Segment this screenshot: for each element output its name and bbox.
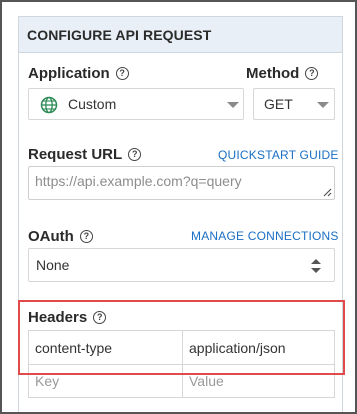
panel-title: CONFIGURE API REQUEST <box>19 17 342 53</box>
request-url-label: Request URL <box>28 146 123 163</box>
globe-icon <box>40 96 58 114</box>
method-value: GET <box>264 96 293 112</box>
application-select[interactable]: Custom <box>28 88 244 120</box>
up-down-caret-icon <box>311 259 321 273</box>
new-header-key-input[interactable]: Key <box>29 365 182 397</box>
headers-table: content-type application/json Key Value <box>28 330 335 398</box>
app-window: CONFIGURE API REQUEST Application ? Meth… <box>0 0 357 414</box>
quickstart-guide-link[interactable]: QUICKSTART GUIDE <box>218 148 339 162</box>
application-value: Custom <box>68 96 117 112</box>
question-circle-icon[interactable]: ? <box>128 148 142 161</box>
question-circle-icon[interactable]: ? <box>93 311 107 324</box>
method-label-row: Method ? <box>246 65 319 82</box>
oauth-value: None <box>36 257 70 273</box>
table-row: content-type application/json <box>29 331 334 364</box>
request-url-placeholder: https://api.example.com?q=query <box>35 173 242 189</box>
header-key-cell[interactable]: content-type <box>29 331 182 364</box>
header-value-cell[interactable]: application/json <box>182 331 334 364</box>
caret-down-icon <box>227 102 239 108</box>
application-label: Application <box>28 65 110 82</box>
manage-connections-link[interactable]: MANAGE CONNECTIONS <box>191 229 339 243</box>
oauth-select[interactable]: None <box>28 248 335 282</box>
oauth-label-row: OAuth ? <box>28 228 93 245</box>
request-url-label-row: Request URL ? <box>28 146 142 163</box>
caret-down-icon <box>317 102 329 108</box>
headers-label: Headers <box>28 309 88 326</box>
headers-label-row: Headers ? <box>28 309 107 326</box>
resize-handle-icon[interactable] <box>322 187 332 197</box>
table-row: Key Value <box>29 364 334 397</box>
method-label: Method <box>246 65 300 82</box>
application-label-row: Application ? <box>28 65 129 82</box>
question-circle-icon[interactable]: ? <box>79 230 93 243</box>
oauth-label: OAuth <box>28 228 74 245</box>
request-url-input[interactable]: https://api.example.com?q=query <box>28 166 335 200</box>
new-header-value-input[interactable]: Value <box>182 365 334 397</box>
question-circle-icon[interactable]: ? <box>305 67 319 80</box>
question-circle-icon[interactable]: ? <box>115 67 129 80</box>
method-select[interactable]: GET <box>253 88 335 120</box>
